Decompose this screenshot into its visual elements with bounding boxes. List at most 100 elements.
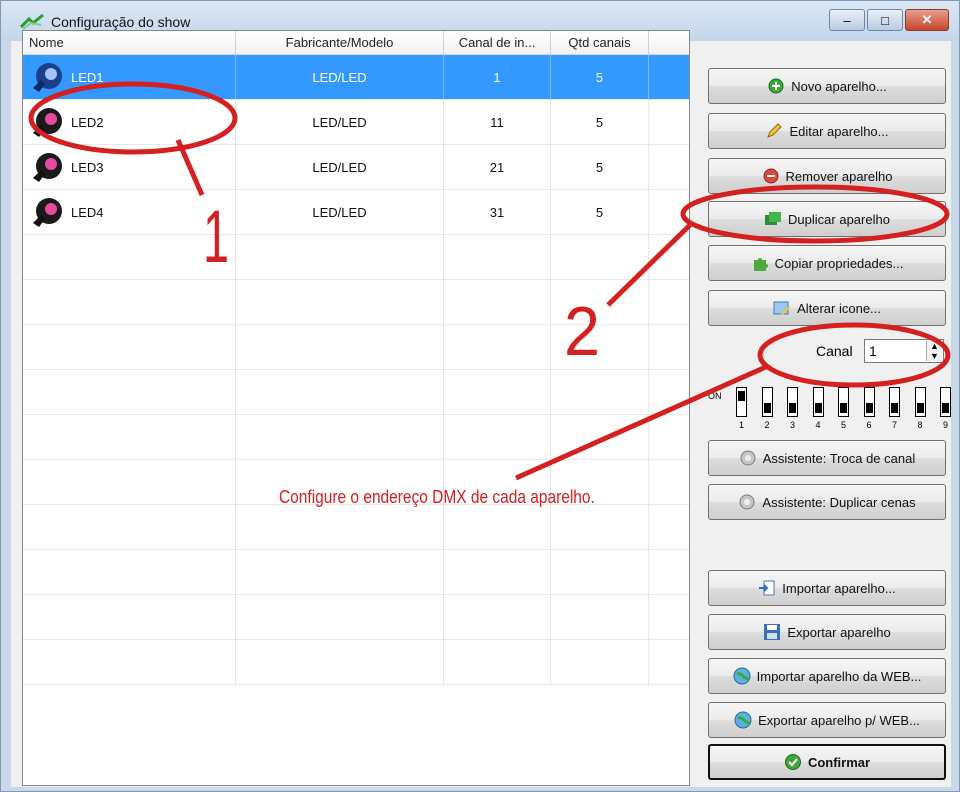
import-fixture-button[interactable]: Importar aparelho... <box>708 570 946 606</box>
dip-switch-2[interactable] <box>761 387 773 417</box>
dip-switch-4[interactable] <box>812 387 824 417</box>
cell-count: 5 <box>595 114 604 130</box>
confirm-label: Confirmar <box>807 754 871 770</box>
par-light-icon <box>33 153 62 182</box>
globe-icon <box>734 711 752 729</box>
fixtures-list[interactable]: Nome Fabricante/Modelo Canal de in... Qt… <box>22 30 690 786</box>
cell-name: LED2 <box>71 114 104 130</box>
cell-count: 5 <box>595 159 604 175</box>
maximize-button[interactable]: □ <box>867 9 903 31</box>
confirm-button[interactable]: Confirmar <box>708 744 946 780</box>
close-icon: ✕ <box>921 12 933 27</box>
dip-switch-5[interactable] <box>838 387 849 417</box>
wizard-change-channel-button[interactable]: Assistente: Troca de canal <box>708 440 946 476</box>
pencil-icon <box>765 122 783 140</box>
wizard-gear-icon <box>739 449 757 467</box>
empty-row <box>23 235 689 280</box>
table-row[interactable]: LED1 LED/LED 1 5 <box>23 55 689 100</box>
cell-name: LED1 <box>71 69 104 85</box>
wizard-duplicate-scenes-button[interactable]: Assistente: Duplicar cenas <box>708 484 946 520</box>
app-icon <box>19 13 44 30</box>
import-fixture-label: Importar aparelho... <box>782 580 896 596</box>
export-fixture-button[interactable]: Exportar aparelho <box>708 614 946 650</box>
cell-count: 5 <box>595 204 604 220</box>
dip-switch-number: 3 <box>789 420 795 430</box>
edit-fixture-label: Editar aparelho... <box>789 123 889 139</box>
table-row[interactable]: LED3 LED/LED 21 5 <box>23 145 689 190</box>
save-disk-icon <box>763 623 781 641</box>
minimize-button[interactable]: ‒ <box>829 9 865 31</box>
cell-start: 1 <box>493 69 501 85</box>
channel-spinner[interactable]: ▲ ▼ <box>926 341 942 361</box>
dip-switch-number: 5 <box>840 420 846 430</box>
duplicate-fixture-label: Duplicar aparelho <box>788 211 890 227</box>
cell-start: 31 <box>489 204 505 220</box>
minimize-icon: ‒ <box>843 12 851 28</box>
par-light-icon <box>33 198 62 227</box>
puzzle-icon <box>751 254 769 272</box>
table-row[interactable]: LED2 LED/LED 11 5 <box>23 100 689 145</box>
new-fixture-label: Novo aparelho... <box>791 78 887 94</box>
dip-switch-number: 7 <box>891 420 897 430</box>
par-light-icon <box>33 108 62 137</box>
dip-on-label: ON <box>708 391 722 401</box>
maximize-icon: □ <box>881 12 889 28</box>
edit-fixture-button[interactable]: Editar aparelho... <box>708 113 946 149</box>
dip-switch-number: 6 <box>866 420 872 430</box>
duplicate-fixture-button[interactable]: Duplicar aparelho <box>708 201 946 237</box>
cell-start: 11 <box>490 114 504 130</box>
empty-row <box>23 325 689 370</box>
wizard-duplicate-scenes-label: Assistente: Duplicar cenas <box>762 494 916 510</box>
copy-properties-button[interactable]: Copiar propriedades... <box>708 245 946 281</box>
image-edit-icon <box>773 299 791 317</box>
empty-row <box>23 370 689 415</box>
copy-properties-label: Copiar propriedades... <box>774 255 904 271</box>
dip-switch-number: 1 <box>738 420 744 430</box>
empty-row <box>23 505 689 550</box>
cell-count: 5 <box>595 69 604 85</box>
wizard-change-channel-label: Assistente: Troca de canal <box>762 450 916 466</box>
window-title: Configuração do show <box>51 14 191 30</box>
import-icon <box>758 579 776 597</box>
annotation-text: Configure o endereço DMX de cada aparelh… <box>279 487 595 507</box>
empty-row <box>23 550 689 595</box>
globe-icon <box>733 667 751 685</box>
dip-switch-7[interactable] <box>889 387 900 417</box>
cell-model: LED/LED <box>312 204 367 220</box>
change-icon-button[interactable]: Alterar icone... <box>708 290 946 326</box>
new-fixture-button[interactable]: Novo aparelho... <box>708 68 946 104</box>
empty-row <box>23 595 689 640</box>
col-header-name[interactable]: Nome <box>23 31 236 55</box>
par-light-icon <box>33 63 62 92</box>
table-row[interactable]: LED4 LED/LED 31 5 <box>23 190 689 235</box>
wizard-gear-icon <box>738 493 756 511</box>
dip-switch-9[interactable] <box>940 387 951 417</box>
cell-start: 21 <box>489 159 505 175</box>
dip-switch-6[interactable] <box>863 387 875 417</box>
col-header-model[interactable]: Fabricante/Modelo <box>236 31 444 55</box>
dip-switch-1[interactable] <box>736 387 747 417</box>
add-icon <box>767 77 785 95</box>
remove-fixture-label: Remover aparelho <box>785 168 893 184</box>
empty-row <box>23 415 689 460</box>
import-web-label: Importar aparelho da WEB... <box>756 668 922 684</box>
col-header-channel-count[interactable]: Qtd canais <box>551 31 649 55</box>
empty-row <box>23 280 689 325</box>
export-fixture-label: Exportar aparelho <box>787 624 891 640</box>
export-web-button[interactable]: Exportar aparelho p/ WEB... <box>708 702 946 738</box>
channel-label: Canal <box>816 343 853 359</box>
remove-icon <box>762 167 780 185</box>
cell-model: LED/LED <box>312 69 367 85</box>
dip-switch-number: 9 <box>942 420 948 430</box>
check-icon <box>784 753 802 771</box>
list-header: Nome Fabricante/Modelo Canal de in... Qt… <box>23 31 689 55</box>
import-web-button[interactable]: Importar aparelho da WEB... <box>708 658 946 694</box>
dip-switch-3[interactable] <box>787 387 798 417</box>
cell-model: LED/LED <box>312 159 367 175</box>
cell-name: LED3 <box>71 159 104 175</box>
change-icon-label: Alterar icone... <box>797 300 881 316</box>
close-button[interactable]: ✕ <box>905 9 949 31</box>
remove-fixture-button[interactable]: Remover aparelho <box>708 158 946 194</box>
col-header-start-channel[interactable]: Canal de in... <box>444 31 551 55</box>
dip-switch-8[interactable] <box>914 387 926 417</box>
